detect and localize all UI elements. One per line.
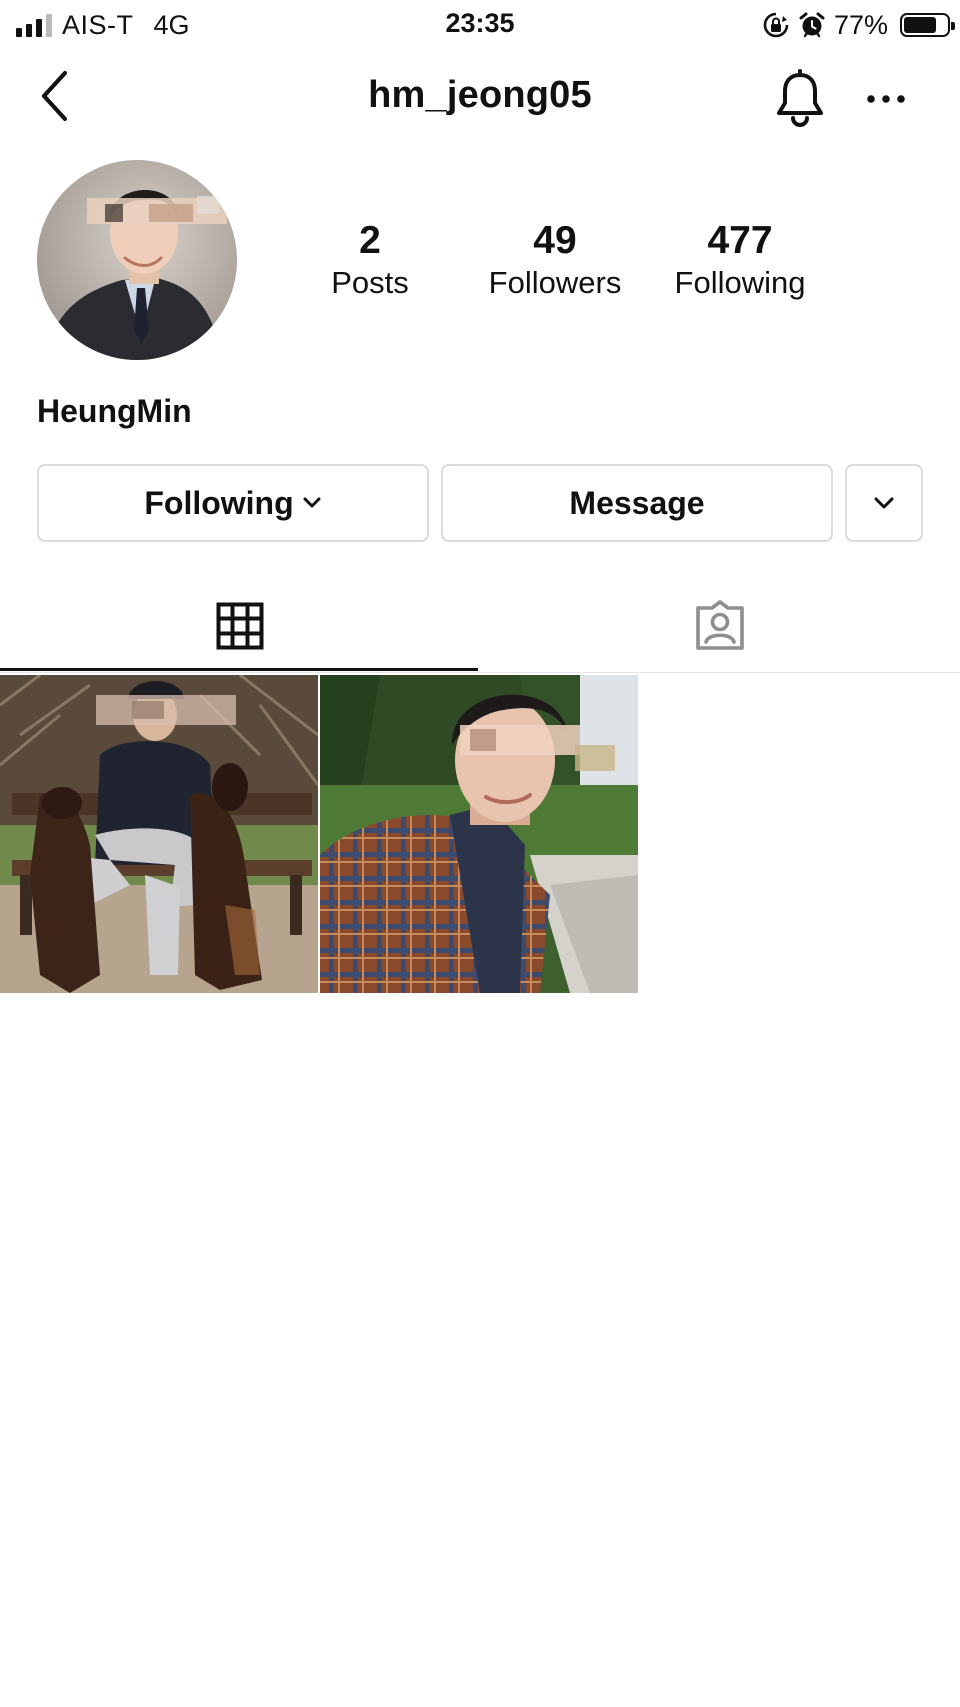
battery-percent: 77%	[833, 9, 888, 40]
more-icon	[867, 95, 905, 103]
battery-level-fill	[904, 17, 936, 33]
profile-screen: AIS-T 4G 23:35 77% hm_jeong05 2 Posts 49…	[0, 0, 960, 1707]
profile-header: hm_jeong05	[0, 56, 960, 140]
active-tab-indicator	[0, 668, 478, 671]
following-button[interactable]: Following	[37, 464, 429, 542]
profile-tabs	[0, 580, 960, 673]
followers-stat[interactable]: 49 Followers	[465, 218, 645, 302]
post-thumbnail[interactable]	[0, 675, 318, 993]
following-button-label: Following	[144, 484, 294, 521]
message-button-label: Message	[569, 484, 705, 521]
following-label: Following	[674, 265, 806, 300]
message-button[interactable]: Message	[441, 464, 833, 542]
post-man-in-plaid-jacket-image	[320, 675, 638, 993]
tagged-icon	[696, 600, 744, 650]
followers-label: Followers	[488, 265, 622, 300]
bell-icon	[777, 69, 823, 127]
post-man-with-dobermans-image	[0, 675, 318, 993]
posts-label: Posts	[331, 265, 409, 300]
status-right: 77%	[762, 8, 955, 42]
following-count: 477	[707, 219, 773, 262]
chevron-down-icon	[874, 497, 894, 509]
chevron-down-icon	[302, 496, 322, 510]
rotation-lock-icon	[762, 11, 790, 39]
posts-stat[interactable]: 2 Posts	[280, 218, 460, 302]
following-stat[interactable]: 477 Following	[650, 218, 830, 302]
status-bar: AIS-T 4G 23:35 77%	[0, 0, 960, 50]
profile-display-name: HeungMin	[37, 393, 192, 429]
suggested-accounts-button[interactable]	[845, 464, 923, 542]
notifications-button[interactable]	[770, 66, 830, 130]
profile-stats: 2 Posts 49 Followers 477 Following	[0, 218, 960, 308]
alarm-icon	[798, 11, 826, 39]
post-thumbnail[interactable]	[320, 675, 638, 993]
grid-icon	[216, 602, 264, 650]
followers-count: 49	[533, 219, 577, 262]
posts-count: 2	[359, 219, 381, 262]
tab-posts-grid[interactable]	[0, 580, 480, 672]
tab-tagged[interactable]	[480, 580, 960, 672]
battery-icon	[900, 13, 955, 37]
more-options-button[interactable]	[858, 74, 914, 124]
